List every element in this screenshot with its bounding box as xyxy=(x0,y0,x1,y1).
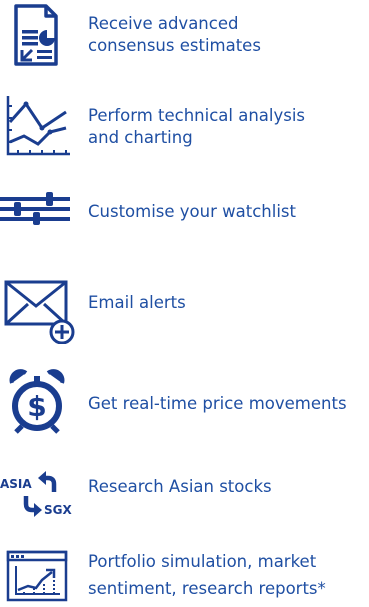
asia-sgx-icon: ASIA SGX xyxy=(0,470,80,530)
asia-text: ASIA xyxy=(0,477,32,491)
report-chart-icon xyxy=(14,4,58,66)
line-chart-icon xyxy=(6,96,70,156)
feature-item-email-alerts: Email alerts xyxy=(0,270,369,345)
feature-label: Receive advanced consensus estimates xyxy=(88,14,261,55)
envelope-plus-icon xyxy=(4,280,75,344)
feature-item-technical-analysis: Perform technical analysis and charting xyxy=(0,90,369,160)
feature-item-portfolio: Portfolio simulation, market sentiment, … xyxy=(0,545,369,607)
feature-label: Research Asian stocks xyxy=(88,477,272,496)
dollar-alarm-clock-icon: $ xyxy=(9,369,65,434)
feature-label: Email alerts xyxy=(88,293,186,312)
feature-label: Portfolio simulation, market sentiment, … xyxy=(88,552,326,598)
feature-label: Perform technical analysis and charting xyxy=(88,106,306,147)
feature-item-price-movements: $ Get real-time price movements xyxy=(0,365,369,440)
sliders-icon xyxy=(0,192,70,225)
feature-label: Get real-time price movements xyxy=(88,394,347,413)
feature-item-asian-stocks: ASIA SGX Research Asian stocks xyxy=(0,470,369,530)
feature-item-consensus: Receive advanced consensus estimates xyxy=(0,0,369,80)
svg-text:$: $ xyxy=(27,390,46,423)
feature-label: Customise your watchlist xyxy=(88,202,296,221)
feature-item-watchlist: Customise your watchlist xyxy=(0,185,369,245)
portfolio-chart-window-icon xyxy=(6,550,68,602)
sgx-text: SGX xyxy=(44,503,72,517)
